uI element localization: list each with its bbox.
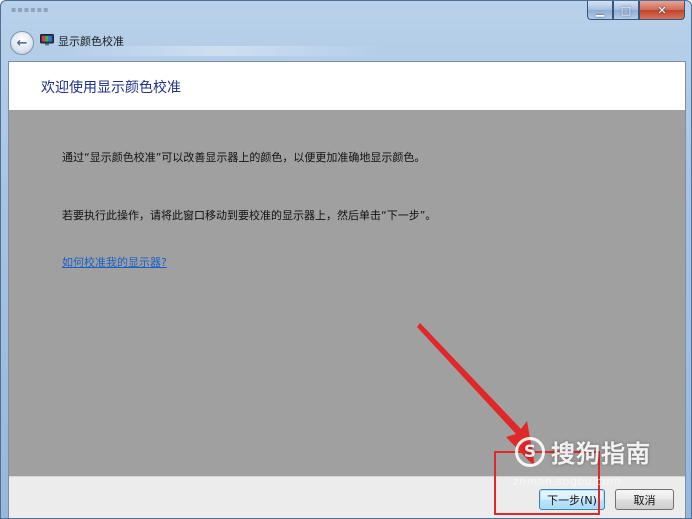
cancel-button[interactable]: 取消 [615,489,674,510]
instruction-paragraph: 若要执行此操作，请将此窗口移动到要校准的显示器上，然后单击“下一步”。 [62,209,437,222]
minimize-button[interactable]: ▁ [587,1,613,20]
next-button[interactable]: 下一步(N) [539,489,605,510]
background-ghost-text: ▪▪▪▪▪▪ [11,5,50,14]
back-arrow-icon: ← [16,35,28,51]
intro-paragraph: 通过“显示颜色校准”可以改善显示器上的颜色，以便更加准确地显示颜色。 [62,151,426,164]
back-button[interactable]: ← [10,31,34,55]
maximize-button[interactable]: □ [613,1,639,20]
display-calibration-icon [40,34,54,46]
header-band: 欢迎使用显示颜色校准 [9,62,685,110]
window-title: 显示颜色校准 [58,35,124,48]
calibration-window: ▪▪▪▪▪▪ ▁ □ ✕ ← 显示颜色校准 欢迎使用显示颜色校准 通过“显示颜色… [0,0,692,519]
sogou-logo-icon: S [515,436,545,467]
watermark-brand: 搜狗指南 [551,440,651,468]
close-button[interactable]: ✕ [639,1,685,20]
sogou-watermark: S 搜狗指南 [515,434,651,469]
help-link[interactable]: 如何校准我的显示器? [62,254,167,270]
watermark-url: zhinan.sogou.com [513,475,622,488]
caption-buttons: ▁ □ ✕ [587,1,685,20]
page-heading: 欢迎使用显示颜色校准 [41,80,181,96]
